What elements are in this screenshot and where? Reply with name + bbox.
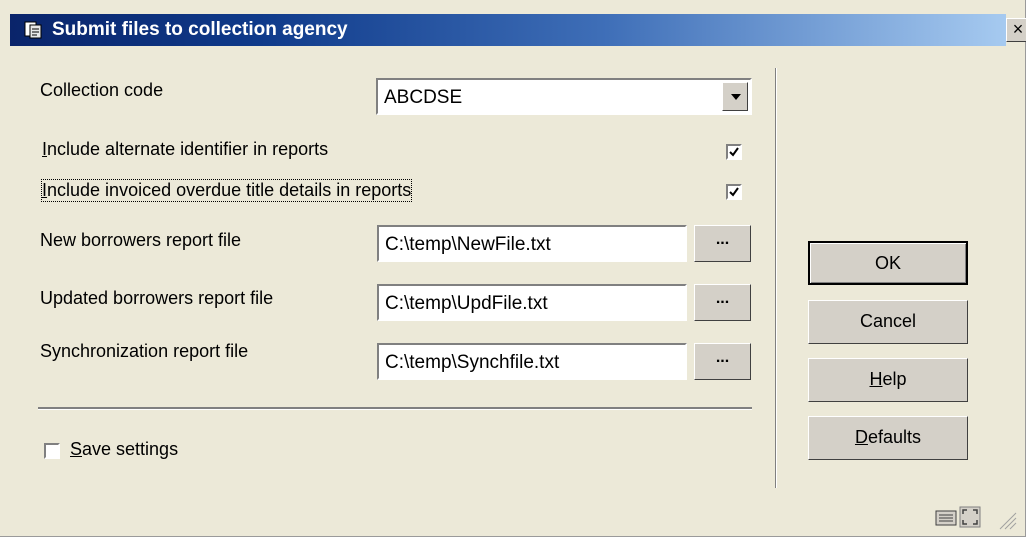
close-icon: × xyxy=(1012,19,1024,39)
new-borrowers-input[interactable]: C:\temp\NewFile.txt xyxy=(377,225,687,262)
sync-report-input[interactable]: C:\temp\Synchfile.txt xyxy=(377,343,687,380)
window-title: Submit files to collection agency xyxy=(52,19,348,40)
vertical-divider xyxy=(775,68,777,488)
defaults-text: efaults xyxy=(867,427,922,447)
save-settings-accel: S xyxy=(70,439,83,459)
resize-grip-icon xyxy=(999,512,1017,530)
help-text: elp xyxy=(882,369,907,389)
updated-borrowers-label: Updated borrowers report file xyxy=(40,288,274,308)
include-invoiced-checkbox[interactable] xyxy=(726,184,742,200)
updated-borrowers-input[interactable]: C:\temp\UpdFile.txt xyxy=(377,284,687,321)
new-borrowers-browse-button[interactable]: ... xyxy=(694,225,751,262)
updated-borrowers-value: C:\temp\UpdFile.txt xyxy=(385,293,548,314)
help-accel: H xyxy=(869,369,883,389)
defaults-accel: D xyxy=(854,427,868,447)
include-alt-id-label[interactable]: Include alternate identifier in reports xyxy=(42,139,328,160)
collection-code-value: ABCDSE xyxy=(384,87,463,108)
keyboard-icon xyxy=(935,510,957,526)
help-button[interactable]: Help xyxy=(808,358,968,402)
dropdown-button[interactable] xyxy=(722,82,748,111)
ok-button[interactable]: OK xyxy=(808,241,968,285)
new-borrowers-value: C:\temp\NewFile.txt xyxy=(385,234,551,255)
updated-borrowers-browse-button[interactable]: ... xyxy=(694,284,751,321)
checkmark-icon xyxy=(729,147,739,157)
include-alt-id-checkbox[interactable] xyxy=(726,144,742,160)
include-alt-id-text: nclude alternate identifier in reports xyxy=(47,139,329,159)
save-settings-checkbox[interactable] xyxy=(44,443,60,459)
maximize-icon xyxy=(959,506,981,528)
save-settings-text: ave settings xyxy=(82,439,179,459)
application-icon xyxy=(24,20,44,40)
sync-report-browse-button[interactable]: ... xyxy=(694,343,751,380)
new-borrowers-label: New borrowers report file xyxy=(40,230,242,250)
save-settings-label[interactable]: Save settings xyxy=(70,439,178,460)
sync-report-label: Synchronization report file xyxy=(40,341,249,361)
status-bar-icons xyxy=(934,503,1024,536)
close-button[interactable]: × xyxy=(1006,18,1026,42)
divider xyxy=(38,407,752,410)
chevron-down-icon xyxy=(731,94,741,100)
collection-code-label: Collection code xyxy=(40,80,164,100)
sync-report-value: C:\temp\Synchfile.txt xyxy=(385,352,560,373)
dialog-window: Submit files to collection agency × Coll… xyxy=(0,0,1026,537)
defaults-button[interactable]: Defaults xyxy=(808,416,968,460)
cancel-button[interactable]: Cancel xyxy=(808,300,968,344)
include-invoiced-text: nclude invoiced overdue title details in… xyxy=(47,180,412,200)
collection-code-select[interactable]: ABCDSE xyxy=(376,78,752,115)
title-bar[interactable]: Submit files to collection agency × xyxy=(10,14,1026,46)
checkmark-icon xyxy=(729,187,739,197)
include-invoiced-label[interactable]: Include invoiced overdue title details i… xyxy=(40,179,413,202)
